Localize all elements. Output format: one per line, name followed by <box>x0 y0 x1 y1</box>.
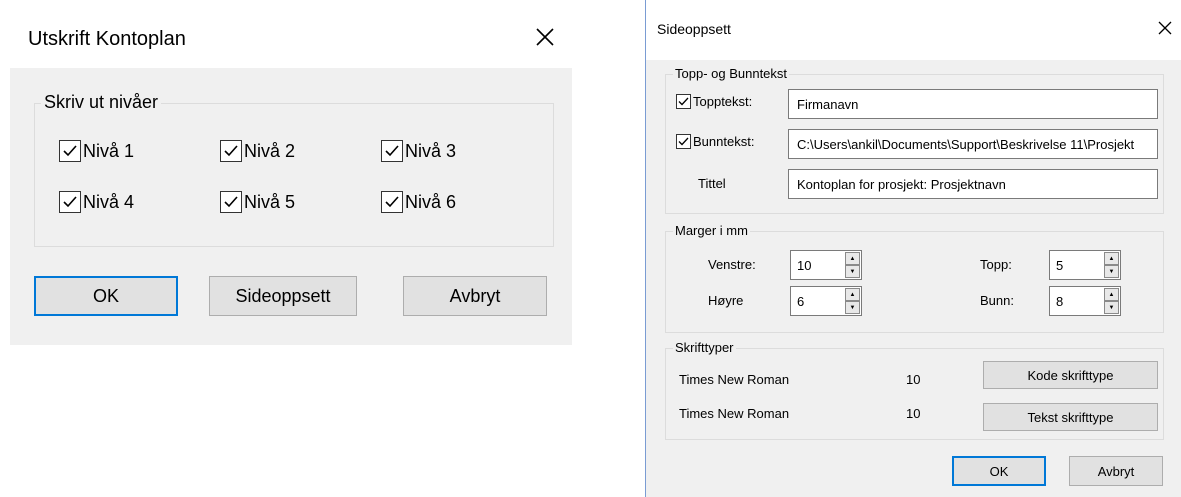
page-setup-button[interactable]: Sideoppsett <box>209 276 357 316</box>
header-checkbox[interactable]: Topptekst: <box>676 94 752 109</box>
header-field[interactable]: Firmanavn <box>788 89 1158 119</box>
fonts-group: Skrifttyper Times New Roman 10 Kode skri… <box>665 340 1164 440</box>
footer-checkbox[interactable]: Bunntekst: <box>676 134 754 149</box>
level-1-label: Nivå 1 <box>83 140 135 161</box>
top-margin-label: Topp: <box>980 257 1012 272</box>
level-3-checkbox[interactable]: Nivå 3 <box>381 140 456 162</box>
checkmark-icon <box>59 191 81 213</box>
level-2-checkbox[interactable]: Nivå 2 <box>220 140 295 162</box>
left-margin-label: Venstre: <box>708 257 756 272</box>
checkmark-icon <box>676 94 691 109</box>
top-margin-stepper[interactable]: 5 ▲ ▼ <box>1049 250 1121 280</box>
levels-group: Skriv ut nivåer Nivå 1 Nivå 2 Nivå 3 Niv… <box>34 92 554 247</box>
code-font-size: 10 <box>906 372 921 387</box>
spin-down-icon[interactable]: ▼ <box>845 265 860 278</box>
title-bar: Utskrift Kontoplan <box>10 0 572 68</box>
bottom-margin-stepper[interactable]: 8 ▲ ▼ <box>1049 286 1121 316</box>
title-field[interactable]: Kontoplan for prosjekt: Prosjektnavn <box>788 169 1158 199</box>
level-3-label: Nivå 3 <box>405 140 457 161</box>
left-margin-stepper[interactable]: 10 ▲ ▼ <box>790 250 862 280</box>
fonts-group-label: Skrifttyper <box>673 340 736 355</box>
checkmark-icon <box>676 134 691 149</box>
bottom-margin-value: 8 <box>1056 294 1064 309</box>
level-5-label: Nivå 5 <box>244 191 296 212</box>
text-font-name: Times New Roman <box>679 406 790 421</box>
spin-up-icon[interactable]: ▲ <box>845 288 860 301</box>
page-setup-dialog: Sideoppsett Topp- og Bunntekst Topptekst… <box>645 0 1181 497</box>
level-4-label: Nivå 4 <box>83 191 135 212</box>
title-label: Tittel <box>698 176 726 191</box>
cancel-button[interactable]: Avbryt <box>1069 456 1163 486</box>
text-font-size: 10 <box>906 406 921 421</box>
bottom-margin-label: Bunn: <box>980 293 1014 308</box>
footer-label: Bunntekst: <box>693 134 755 149</box>
header-footer-group: Topp- og Bunntekst Topptekst: Firmanavn … <box>665 66 1164 214</box>
ok-button[interactable]: OK <box>952 456 1046 486</box>
cancel-button[interactable]: Avbryt <box>403 276 547 316</box>
level-4-checkbox[interactable]: Nivå 4 <box>59 191 134 213</box>
checkmark-icon <box>59 140 81 162</box>
ok-button[interactable]: OK <box>34 276 178 316</box>
spin-down-icon[interactable]: ▼ <box>1104 265 1119 278</box>
checkmark-icon <box>381 191 403 213</box>
level-5-checkbox[interactable]: Nivå 5 <box>220 191 295 213</box>
right-margin-stepper[interactable]: 6 ▲ ▼ <box>790 286 862 316</box>
close-icon[interactable] <box>530 22 560 52</box>
header-label: Topptekst: <box>693 94 753 109</box>
level-6-label: Nivå 6 <box>405 191 457 212</box>
checkmark-icon <box>381 140 403 162</box>
level-6-checkbox[interactable]: Nivå 6 <box>381 191 456 213</box>
dialog-title: Sideoppsett <box>657 21 731 37</box>
level-1-checkbox[interactable]: Nivå 1 <box>59 140 134 162</box>
top-margin-value: 5 <box>1056 258 1064 273</box>
right-margin-label: Høyre <box>708 293 744 308</box>
margins-group-label: Marger i mm <box>673 223 750 238</box>
code-font-button[interactable]: Kode skrifttype <box>983 361 1158 389</box>
title-bar: Sideoppsett <box>646 0 1181 60</box>
text-font-button[interactable]: Tekst skrifttype <box>983 403 1158 431</box>
spin-down-icon[interactable]: ▼ <box>1104 301 1119 314</box>
dialog-body: Skriv ut nivåer Nivå 1 Nivå 2 Nivå 3 Niv… <box>10 68 572 345</box>
left-margin-value: 10 <box>797 258 812 273</box>
level-2-label: Nivå 2 <box>244 140 296 161</box>
checkmark-icon <box>220 191 242 213</box>
spin-up-icon[interactable]: ▲ <box>845 252 860 265</box>
right-margin-value: 6 <box>797 294 805 309</box>
header-footer-group-label: Topp- og Bunntekst <box>673 66 790 81</box>
footer-field[interactable]: C:\Users\ankil\Documents\Support\Beskriv… <box>788 129 1158 159</box>
code-font-name: Times New Roman <box>679 372 790 387</box>
levels-group-label: Skriv ut nivåer <box>41 92 162 113</box>
close-icon[interactable] <box>1154 17 1176 39</box>
print-chart-of-accounts-dialog: Utskrift Kontoplan Skriv ut nivåer Nivå … <box>10 0 572 345</box>
checkmark-icon <box>220 140 242 162</box>
spin-up-icon[interactable]: ▲ <box>1104 288 1119 301</box>
dialog-title: Utskrift Kontoplan <box>28 28 186 50</box>
spin-down-icon[interactable]: ▼ <box>845 301 860 314</box>
margins-group: Marger i mm Venstre: 10 ▲ ▼ Høyre 6 ▲ ▼ To… <box>665 223 1164 333</box>
spin-up-icon[interactable]: ▲ <box>1104 252 1119 265</box>
